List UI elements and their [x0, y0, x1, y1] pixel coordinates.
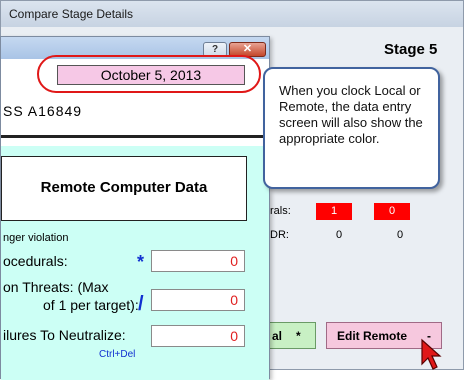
edit-remote-label: Edit Remote [337, 329, 408, 343]
edit-local-marker: * [296, 329, 301, 343]
asterisk-icon: * [137, 252, 145, 272]
remote-header-title: Remote Computer Data [40, 179, 208, 196]
danger-violation-label: nger violation [3, 232, 69, 244]
compare-stage-details-titlebar: Compare Stage Details [1, 1, 463, 28]
dr-row-label: DR: [270, 229, 289, 241]
dr-remote-value: 0 [397, 229, 404, 241]
stage-title: Stage 5 [384, 41, 438, 58]
procedurals-remote-value: 0 [374, 203, 410, 220]
mouse-cursor-icon [421, 338, 442, 370]
date-field: October 5, 2013 [57, 65, 245, 85]
edit-local-button[interactable]: al * [267, 322, 316, 349]
neutralize-label: ilures To Neutralize: [3, 327, 126, 343]
neutralize-input[interactable]: 0 [151, 325, 245, 347]
procedurals-input[interactable]: 0 [151, 250, 245, 272]
window-title: Compare Stage Details [9, 7, 134, 21]
callout-box: When you clock Local or Remote, the data… [263, 67, 440, 189]
procedurals-row-label: rals: [270, 205, 291, 217]
ss-id-label: SS A16849 [3, 103, 83, 119]
remote-data-entry-dialog: ? ✕ October 5, 2013 SS A16849 Remote Com… [0, 36, 270, 380]
threats-label-line1: on Threats: (Max [3, 279, 109, 295]
callout-text: When you clock Local or Remote, the data… [279, 83, 423, 146]
edit-local-label: al [272, 329, 283, 343]
procedurals-local-value: 1 [316, 203, 352, 220]
remote-header-box: Remote Computer Data [1, 156, 247, 221]
threats-label-line2: of 1 per target): [43, 297, 139, 313]
procedurals-label: ocedurals: [3, 253, 68, 269]
ctrl-del-hint: Ctrl+Del [99, 349, 136, 360]
divider [1, 135, 269, 138]
dr-local-value: 0 [336, 229, 343, 241]
slash-icon: / [138, 293, 144, 315]
threats-input[interactable]: 0 [151, 289, 245, 311]
